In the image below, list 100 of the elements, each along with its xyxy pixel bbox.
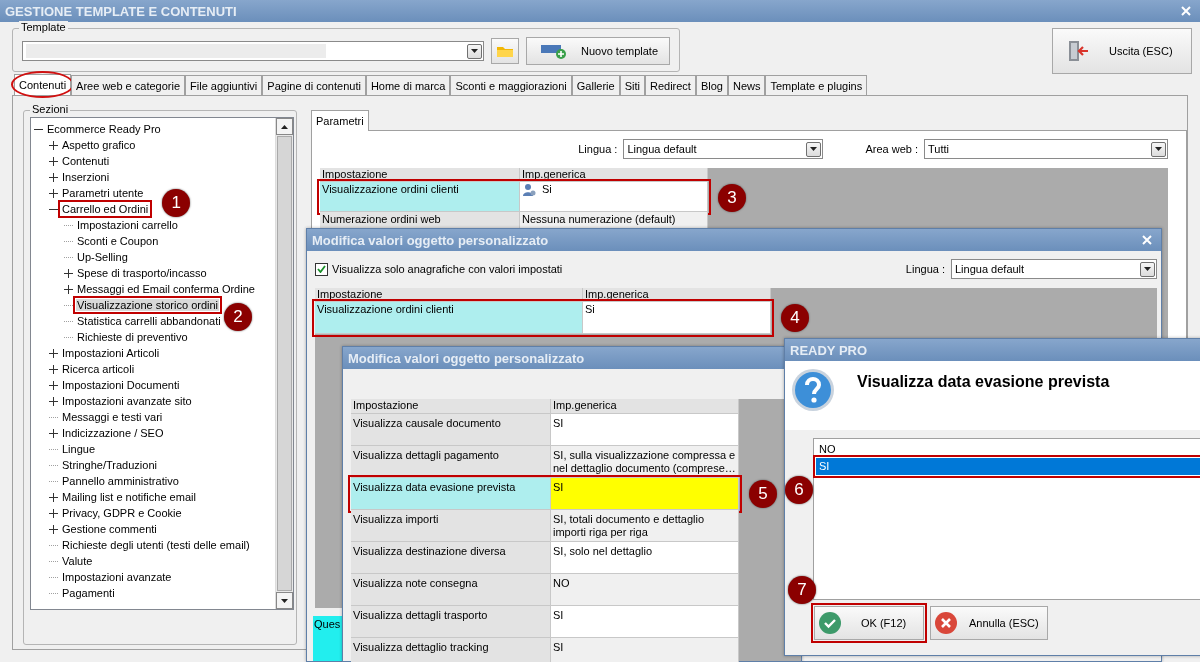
tree-item[interactable]: Carrello ed Ordini (61, 203, 150, 215)
tree-item[interactable]: Gestione commenti (61, 523, 158, 535)
cancel-button[interactable]: Annulla (ESC) (930, 606, 1048, 640)
step-number-badge: 1 (162, 189, 191, 217)
question-icon (791, 368, 835, 412)
expand-icon[interactable] (49, 380, 58, 390)
tab[interactable]: Aree web e categorie (71, 75, 186, 95)
tree-item[interactable]: Richieste di preventivo (76, 331, 189, 343)
expand-icon[interactable] (49, 396, 58, 406)
expand-icon[interactable] (49, 156, 58, 166)
tab[interactable]: Gallerie (571, 75, 620, 95)
table-cell: SI, solo nel dettaglio (551, 542, 739, 574)
table-cell: Visualizza data evasione prevista (351, 478, 551, 510)
expand-icon[interactable] (49, 508, 58, 518)
tree-item[interactable]: Mailing list e notifiche email (61, 491, 197, 503)
tree-item[interactable]: Indicizzazione / SEO (61, 427, 165, 439)
tab[interactable]: Blog (695, 75, 728, 95)
tab[interactable]: Sconti e maggiorazioni (450, 75, 572, 95)
expand-icon[interactable] (49, 188, 58, 198)
tree-item[interactable]: Up-Selling (76, 251, 129, 263)
tab[interactable]: Pagine di contenuti (262, 75, 366, 95)
tree-item[interactable]: Messaggi ed Email conferma Ordine (76, 283, 256, 295)
table-cell: Visualizza destinazione diversa (351, 542, 551, 574)
expand-icon[interactable] (64, 284, 73, 294)
exit-button[interactable]: Uscita (ESC) (1052, 28, 1192, 74)
tree-item[interactable]: Spese di trasporto/incasso (76, 267, 208, 279)
table-cell: Visualizzazione ordini clienti (320, 182, 520, 212)
caret-icon (1155, 147, 1162, 151)
checkbox[interactable] (315, 262, 328, 276)
expand-icon[interactable] (49, 348, 58, 358)
expand-icon[interactable] (49, 492, 58, 502)
expand-icon[interactable] (49, 364, 58, 374)
expand-icon[interactable] (49, 428, 58, 438)
table-cell: Visualizzazione ordini clienti (315, 302, 583, 334)
tab[interactable]: Template e plugins (765, 75, 868, 95)
tree-item[interactable]: Ricerca articoli (61, 363, 136, 375)
tab[interactable]: Redirect (644, 75, 696, 95)
column-header: Impostazione (351, 399, 551, 414)
checkmark-icon (819, 612, 841, 634)
scroll-down-button[interactable] (276, 592, 293, 609)
expand-icon[interactable] (64, 268, 73, 278)
tree-item[interactable]: Impostazioni Documenti (61, 379, 181, 391)
dropdown-button[interactable] (467, 43, 482, 59)
scroll-up-button[interactable] (276, 118, 293, 135)
tree-item[interactable]: Statistica carrelli abbandonati (76, 315, 222, 327)
tree-item[interactable]: Inserzioni (61, 171, 111, 183)
expand-icon[interactable] (49, 524, 58, 534)
dropdown-button[interactable] (1140, 261, 1155, 277)
expand-icon[interactable] (49, 140, 58, 150)
tree-item[interactable]: Pagamenti (61, 587, 116, 599)
tree-item[interactable]: Aspetto grafico (61, 139, 137, 151)
table-cell: NO (551, 574, 739, 606)
user-icon (522, 183, 536, 197)
group-label: Template (19, 21, 68, 33)
list-item[interactable]: SI (816, 458, 1200, 475)
folder-icon (497, 45, 513, 57)
dropdown-button[interactable] (806, 141, 822, 157)
tree-item[interactable]: Pannello amministrativo (61, 475, 180, 487)
table-cell: SI, totali documento e dettaglio importi riga per riga (551, 510, 739, 542)
tree-item[interactable]: Sconti e Coupon (76, 235, 160, 247)
tree-item[interactable]: Impostazioni carrello (76, 219, 179, 231)
step-number-badge: 6 (785, 476, 813, 504)
tree-item[interactable]: Stringhe/Traduzioni (61, 459, 158, 471)
tab[interactable]: News (727, 75, 766, 95)
dropdown-field[interactable]: Lingua default (623, 139, 824, 159)
tree-item[interactable]: Ecommerce Ready Pro (46, 123, 162, 135)
tree-item[interactable]: Richieste degli utenti (testi delle email) (61, 539, 251, 551)
new-template-button[interactable]: Nuovo template (526, 37, 670, 65)
dropdown-field[interactable]: Lingua default (951, 259, 1157, 279)
tree-item[interactable]: Lingue (61, 443, 97, 455)
tree-item[interactable]: Messaggi e testi vari (61, 411, 164, 423)
scroll-thumb[interactable] (277, 136, 292, 591)
tab[interactable]: Contenuti (14, 74, 72, 95)
scrollbar[interactable] (275, 118, 293, 609)
table-cell: Visualizza dettagli trasporto (351, 606, 551, 638)
column-header: Imp.generica (551, 399, 739, 414)
table-cell: Si (583, 302, 771, 334)
tree-item[interactable]: Privacy, GDPR e Cookie (61, 507, 183, 519)
tab[interactable]: Siti (619, 75, 645, 95)
tree-item[interactable]: Contenuti (61, 155, 111, 167)
expand-icon[interactable] (49, 172, 58, 182)
tab[interactable]: Parametri (311, 110, 369, 131)
table-cell: SI (551, 478, 739, 510)
tree-item[interactable]: Impostazioni Articoli (61, 347, 161, 359)
tree-item[interactable]: Visualizzazione storico ordini (76, 299, 220, 311)
step-number-badge: 7 (788, 576, 816, 604)
table-cell: Visualizza dettaglio tracking (351, 638, 551, 662)
dropdown-button[interactable] (1151, 141, 1166, 157)
close-icon (1180, 5, 1192, 17)
table-cell: Si (542, 183, 552, 196)
cancel-icon (935, 612, 957, 634)
tree-item[interactable]: Impostazioni avanzate sito (61, 395, 193, 407)
tree-item[interactable]: Impostazioni avanzate (61, 571, 173, 583)
tree-item[interactable]: Parametri utente (61, 187, 145, 199)
tab[interactable]: Home di marca (365, 75, 451, 95)
ok-button[interactable]: OK (F12) (814, 606, 924, 640)
tab[interactable]: File aggiuntivi (185, 75, 263, 95)
list-item[interactable]: NO (816, 441, 1200, 458)
dropdown-field[interactable]: Tutti (924, 139, 1168, 159)
tree-item[interactable]: Valute (61, 555, 94, 567)
